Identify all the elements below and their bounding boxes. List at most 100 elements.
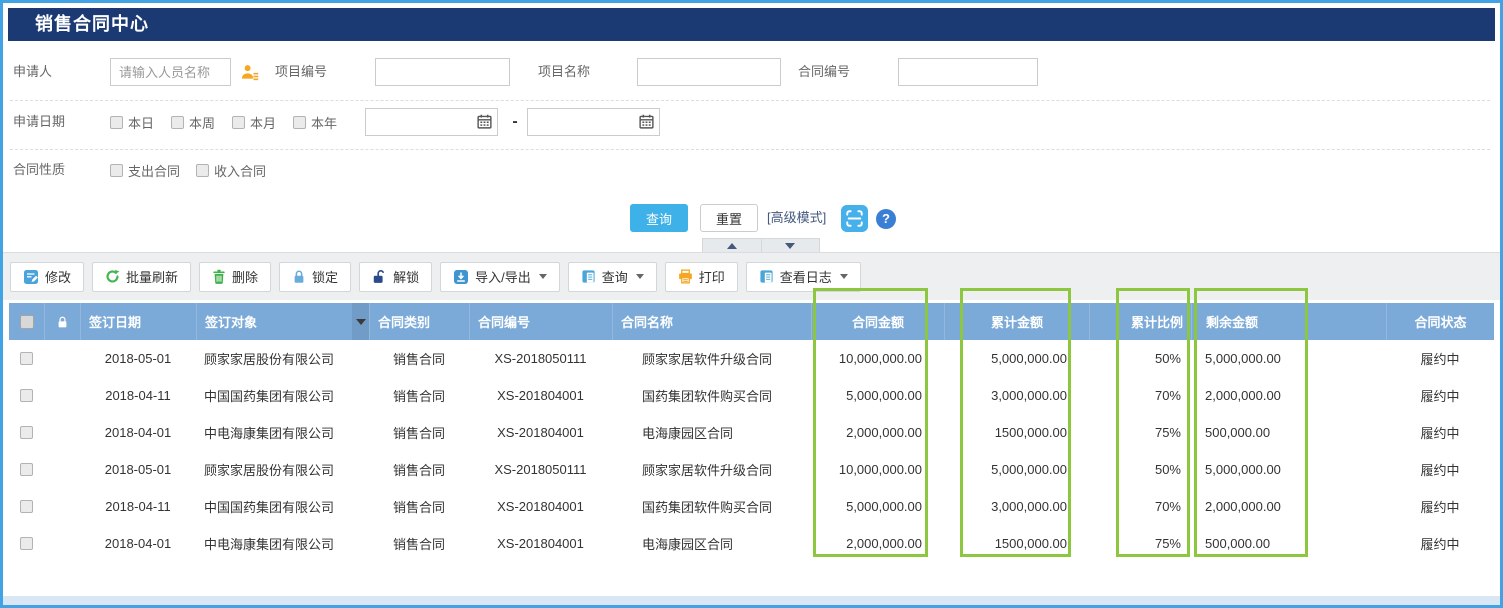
row-checkbox[interactable] [20,500,33,513]
panel-collapse-control [702,238,820,252]
cell-sign-date: 2018-04-01 [80,525,196,562]
row-checkbox[interactable] [20,426,33,439]
cell-sign-target: 中国国药集团有限公司 [196,488,369,525]
reset-button[interactable]: 重置 [700,204,758,232]
checkbox[interactable] [171,116,184,129]
contract-code-label: 合同编号 [798,58,850,86]
col-header-contract-amount[interactable]: 合同金额 [811,303,944,340]
import-export-button[interactable]: 导入/导出 [440,262,560,292]
nature-option-expense[interactable]: 支出合同 [110,156,180,184]
contract-code-input[interactable] [898,58,1038,86]
cell-contract-category: 销售合同 [369,340,469,377]
table-body: 2018-05-01 顾家家居股份有限公司 销售合同 XS-2018050111… [9,340,1494,562]
col-header-contract-status[interactable]: 合同状态 [1386,303,1494,340]
cell-cumulative-amount: 5,000,000.00 [944,340,1089,377]
col-header-cumulative-ratio[interactable]: 累计比例 [1089,303,1191,340]
project-name-input[interactable] [637,58,781,86]
search-button[interactable]: 查询 [630,204,688,232]
collapse-down-button[interactable] [761,239,820,252]
table-row[interactable]: 2018-04-11 中国国药集团有限公司 销售合同 XS-201804001 … [9,488,1494,525]
chevron-up-icon [727,243,737,249]
cell-sign-date: 2018-05-01 [80,340,196,377]
lock-icon [56,315,69,329]
cell-contract-amount: 2,000,000.00 [811,525,944,562]
project-code-input[interactable] [375,58,510,86]
cell-contract-category: 销售合同 [369,451,469,488]
select-all-checkbox[interactable] [20,315,34,329]
print-button[interactable]: 打印 [665,262,738,292]
view-log-button[interactable]: 查看日志 [746,262,861,292]
date-option-month[interactable]: 本月 [232,108,276,136]
scan-icon[interactable] [841,205,868,232]
column-filter-button[interactable] [352,303,369,340]
advanced-mode-link[interactable]: [高级模式] [767,204,826,232]
delete-button[interactable]: 删除 [199,262,271,292]
batch-refresh-button[interactable]: 批量刷新 [92,262,191,292]
row-checkbox[interactable] [20,389,33,402]
row-checkbox[interactable] [20,463,33,476]
cell-contract-name: 顾家家居软件升级合同 [612,340,811,377]
unlock-button[interactable]: 解锁 [359,262,432,292]
chevron-down-icon [785,243,795,249]
col-header-remaining-amount[interactable]: 剩余金额 [1191,303,1386,340]
contract-nature-label: 合同性质 [13,156,65,184]
date-option-today[interactable]: 本日 [110,108,154,136]
apply-date-label: 申请日期 [13,108,65,136]
col-header-contract-name[interactable]: 合同名称 [612,303,811,340]
checkbox[interactable] [110,116,123,129]
table-row[interactable]: 2018-04-11 中国国药集团有限公司 销售合同 XS-201804001 … [9,377,1494,414]
calendar-icon[interactable] [639,114,654,134]
table-header: 签订日期 签订对象 合同类别 合同编号 合同名称 合同金额 累计金额 累计比例 … [9,303,1494,340]
help-icon[interactable]: ? [876,209,896,229]
cell-contract-name: 国药集团软件购买合同 [612,488,811,525]
chevron-down-icon [840,274,848,279]
cell-remaining-amount: 2,000,000.00 [1191,488,1386,525]
select-person-icon[interactable] [240,63,259,87]
cell-contract-amount: 10,000,000.00 [811,340,944,377]
page-title: 销售合同中心 [35,14,149,34]
cell-cumulative-ratio: 70% [1089,377,1191,414]
checkbox[interactable] [196,164,209,177]
filter-caret-icon [356,319,366,325]
collapse-up-button[interactable] [703,239,761,252]
date-option-week[interactable]: 本周 [171,108,215,136]
lock-column-header [44,303,80,340]
edit-button[interactable]: 修改 [10,262,84,292]
trash-icon [212,269,226,284]
table-row[interactable]: 2018-05-01 顾家家居股份有限公司 销售合同 XS-2018050111… [9,340,1494,377]
row-checkbox[interactable] [20,352,33,365]
chevron-down-icon [636,274,644,279]
unlock-icon [372,269,387,284]
cell-contract-status: 履约中 [1386,377,1494,414]
checkbox[interactable] [232,116,245,129]
table-toolbar: 修改 批量刷新 删除 锁定 解锁 导入/导出 查询 [3,252,1500,300]
cell-contract-code: XS-2018050111 [469,340,612,377]
lock-button[interactable]: 锁定 [279,262,351,292]
cell-contract-amount: 5,000,000.00 [811,377,944,414]
nature-option-income[interactable]: 收入合同 [196,156,266,184]
col-header-cumulative-amount[interactable]: 累计金额 [944,303,1089,340]
cell-sign-target: 顾家家居股份有限公司 [196,451,369,488]
col-header-sign-date[interactable]: 签订日期 [80,303,196,340]
row-checkbox[interactable] [20,537,33,550]
table-row[interactable]: 2018-04-01 中电海康集团有限公司 销售合同 XS-201804001 … [9,525,1494,562]
col-header-sign-target[interactable]: 签订对象 [196,303,369,340]
calendar-icon[interactable] [477,114,492,134]
checkbox[interactable] [110,164,123,177]
cell-cumulative-amount: 1500,000.00 [944,525,1089,562]
checkbox[interactable] [293,116,306,129]
cell-sign-target: 中电海康集团有限公司 [196,525,369,562]
edit-icon [23,269,39,285]
col-header-contract-category[interactable]: 合同类别 [369,303,469,340]
table-row[interactable]: 2018-04-01 中电海康集团有限公司 销售合同 XS-201804001 … [9,414,1494,451]
cell-sign-date: 2018-05-01 [80,451,196,488]
col-header-contract-code[interactable]: 合同编号 [469,303,612,340]
query-menu-button[interactable]: 查询 [568,262,657,292]
date-option-year[interactable]: 本年 [293,108,337,136]
table-row[interactable]: 2018-05-01 顾家家居股份有限公司 销售合同 XS-2018050111… [9,451,1494,488]
cell-contract-code: XS-201804001 [469,377,612,414]
cell-sign-target: 中国国药集团有限公司 [196,377,369,414]
applicant-input[interactable] [110,58,231,86]
cell-contract-status: 履约中 [1386,414,1494,451]
cell-contract-amount: 2,000,000.00 [811,414,944,451]
